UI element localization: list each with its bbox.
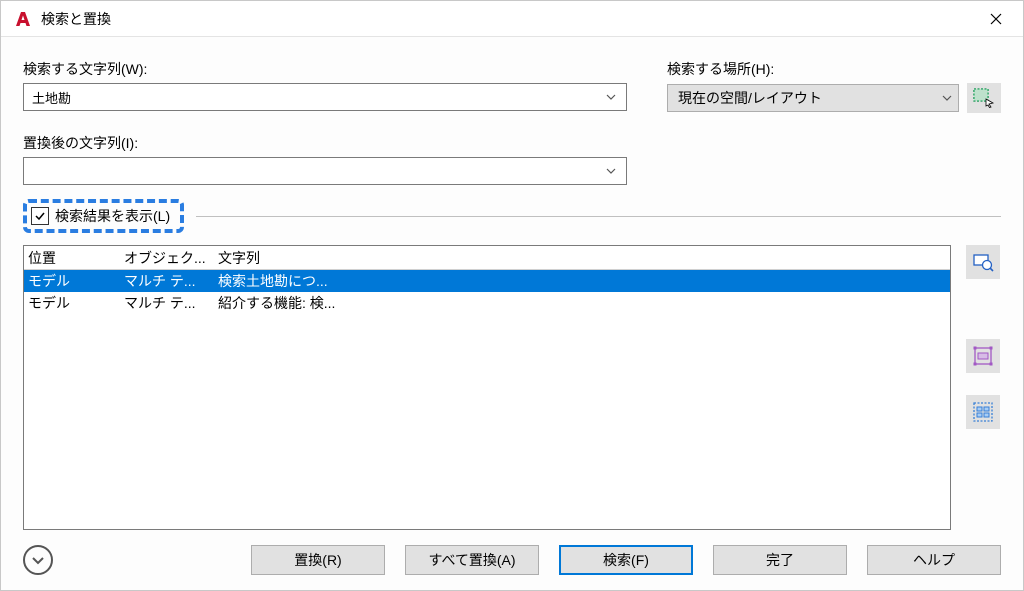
help-button[interactable]: ヘルプ	[867, 545, 1001, 575]
table-row[interactable]: モデルマルチ テ...紹介する機能: 検...	[24, 292, 950, 314]
window-title: 検索と置換	[41, 9, 973, 29]
replace-button[interactable]: 置換(R)	[251, 545, 385, 575]
create-selection-button[interactable]	[966, 339, 1000, 373]
find-label: 検索する文字列(W):	[23, 59, 627, 79]
chevron-down-icon	[606, 94, 626, 100]
bottom-bar: 置換(R) すべて置換(A) 検索(F) 完了 ヘルプ	[1, 530, 1023, 590]
separator-line	[196, 216, 1001, 217]
top-fields: 検索する文字列(W): 検索する場所(H): 現在の空間/レイアウト	[23, 59, 1001, 113]
button-group: 置換(R) すべて置換(A) 検索(F) 完了 ヘルプ	[251, 545, 1001, 575]
options-toggle-button[interactable]	[23, 545, 53, 575]
cell-object: マルチ テ...	[124, 271, 218, 291]
cell-location: モデル	[28, 293, 124, 313]
results-header: 位置 オブジェク... 文字列	[24, 246, 950, 270]
side-buttons	[965, 245, 1001, 530]
replace-field-row: 置換後の文字列(I):	[23, 133, 627, 185]
header-location[interactable]: 位置	[28, 248, 124, 268]
replace-combobox[interactable]	[23, 157, 627, 185]
show-results-row: 検索結果を表示(L)	[23, 199, 1001, 233]
results-body: モデルマルチ テ...検索土地勘につ...モデルマルチ テ...紹介する機能: …	[24, 270, 950, 314]
location-label: 検索する場所(H):	[667, 59, 1001, 79]
location-value: 現在の空間/レイアウト	[678, 88, 822, 108]
show-results-label: 検索結果を表示(L)	[55, 206, 170, 226]
replace-input[interactable]	[24, 158, 606, 184]
replace-all-button[interactable]: すべて置換(A)	[405, 545, 539, 575]
select-objects-button[interactable]	[967, 83, 1001, 113]
chevron-down-icon	[942, 95, 952, 101]
chevron-down-icon	[606, 168, 626, 174]
cell-string: 紹介する機能: 検...	[218, 293, 950, 313]
cell-object: マルチ テ...	[124, 293, 218, 313]
show-results-highlight: 検索結果を表示(L)	[23, 199, 184, 233]
header-string[interactable]: 文字列	[218, 248, 950, 268]
cell-location: モデル	[28, 271, 124, 291]
header-object[interactable]: オブジェク...	[124, 248, 218, 268]
find-button[interactable]: 検索(F)	[559, 545, 693, 575]
results-table[interactable]: 位置 オブジェク... 文字列 モデルマルチ テ...検索土地勘につ...モデル…	[23, 245, 951, 530]
app-icon	[13, 9, 33, 29]
find-input[interactable]	[24, 84, 606, 110]
show-results-checkbox[interactable]	[31, 207, 49, 225]
table-row[interactable]: モデルマルチ テ...検索土地勘につ...	[24, 270, 950, 292]
titlebar: 検索と置換	[1, 1, 1023, 37]
content-area: 検索する文字列(W): 検索する場所(H): 現在の空間/レイアウト	[1, 37, 1023, 530]
find-replace-dialog: 検索と置換 検索する文字列(W): 検索する場所(H): 現在の空間/レイ	[0, 0, 1024, 591]
results-area: 位置 オブジェク... 文字列 モデルマルチ テ...検索土地勘につ...モデル…	[23, 245, 1001, 530]
create-selection-all-button[interactable]	[966, 395, 1000, 429]
find-combobox[interactable]	[23, 83, 627, 111]
location-dropdown[interactable]: 現在の空間/レイアウト	[667, 84, 959, 112]
replace-label: 置換後の文字列(I):	[23, 133, 627, 153]
zoom-to-button[interactable]	[966, 245, 1000, 279]
close-button[interactable]	[973, 1, 1019, 37]
done-button[interactable]: 完了	[713, 545, 847, 575]
cell-string: 検索土地勘につ...	[218, 271, 950, 291]
